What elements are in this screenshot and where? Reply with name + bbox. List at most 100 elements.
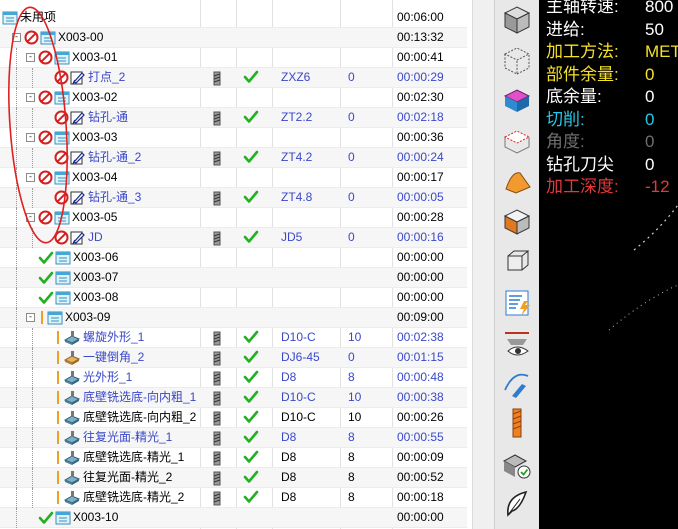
drill-bit-icon	[213, 491, 221, 506]
folder-icon	[55, 291, 71, 305]
surface-shade-button[interactable]	[500, 163, 534, 197]
tree-folder-row[interactable]: - X003-03 00:00:36	[0, 128, 467, 148]
pending-marker	[57, 371, 59, 384]
tree-folder-row[interactable]: X003-06 00:00:00	[0, 248, 467, 268]
tree-folder-row[interactable]: 未用项 00:06:00	[0, 8, 467, 28]
tree-guide-line	[32, 348, 33, 368]
tree-folder-row[interactable]: X003-10 00:00:00	[0, 508, 467, 528]
tree-operation-row[interactable]: 打点_2 ZXZ6 0 00:00:29	[0, 68, 467, 88]
tree-operation-row[interactable]: 底壁铣选底-精光_2 D8 8 00:00:18	[0, 488, 467, 508]
surface-shade-icon	[505, 172, 531, 194]
tree-folder-row[interactable]: - X003-01 00:00:41	[0, 48, 467, 68]
cut-region-button[interactable]	[500, 123, 534, 157]
check-icon	[243, 70, 259, 83]
row-label: 打点_2	[88, 70, 126, 84]
forbidden-icon	[54, 190, 69, 205]
tool-name: JD5	[281, 230, 303, 244]
check-icon	[243, 150, 259, 163]
tree-folder-row[interactable]: - X003-02 00:02:30	[0, 88, 467, 108]
tree-operation-row[interactable]: 底壁铣选底-精光_1 D8 8 00:00:09	[0, 448, 467, 468]
tool-name: ZT4.2	[281, 150, 313, 164]
drill-bit-icon	[213, 71, 221, 86]
tool-name: ZT2.2	[281, 110, 313, 124]
row-label: X003-08	[73, 290, 119, 304]
tree-folder-row[interactable]: - X003-04 00:00:17	[0, 168, 467, 188]
tree-operation-row[interactable]: 往复光面-精光_1 D8 8 00:00:55	[0, 428, 467, 448]
row-label: X003-00	[58, 30, 104, 44]
wireframe-view-button[interactable]	[500, 42, 534, 76]
tree-expander[interactable]: -	[26, 93, 35, 102]
tool-name: ZXZ6	[281, 70, 311, 84]
row-label: X003-07	[73, 270, 119, 284]
tree-operation-row[interactable]: 钻孔-通_2 ZT4.2 0 00:00:24	[0, 148, 467, 168]
time-value: 00:00:26	[397, 410, 444, 424]
drill-bit-icon	[213, 111, 221, 126]
time-value: 00:00:55	[397, 430, 444, 444]
tool-value: 0	[348, 150, 355, 164]
tree-operation-row[interactable]: 一键倒角_2 DJ6-45 0 00:01:15	[0, 348, 467, 368]
solid-body-button[interactable]	[500, 204, 534, 238]
tool-value: 10	[348, 410, 362, 424]
check-icon	[243, 450, 259, 463]
pending-marker	[57, 351, 59, 364]
tree-guide-line	[32, 388, 33, 408]
tree-scrollbar[interactable]	[472, 0, 494, 529]
tool-value: 0	[348, 230, 355, 244]
tree-guide-line	[16, 368, 17, 388]
settings-list-button[interactable]	[500, 285, 534, 319]
tree-expander[interactable]: -	[26, 133, 35, 142]
tree-operation-row[interactable]: 光外形_1 D8 8 00:00:48	[0, 368, 467, 388]
folder-icon	[54, 51, 70, 65]
feather-icon	[507, 490, 528, 517]
tree-expander[interactable]: -	[26, 313, 35, 322]
folder-icon	[40, 31, 56, 45]
tree-operation-row[interactable]: 底壁铣选底-向内粗_1 D10-C 10 00:00:38	[0, 388, 467, 408]
tree-operation-row[interactable]: 钻孔-通 ZT2.2 0 00:02:18	[0, 108, 467, 128]
tree-guide-line	[16, 188, 17, 208]
tree-expander[interactable]: -	[26, 173, 35, 182]
eye-visibility-button[interactable]	[500, 325, 534, 359]
tree-folder-row[interactable]: - X003-00 00:13:32	[0, 28, 467, 48]
tree-folder-row[interactable]: X003-07 00:00:00	[0, 268, 467, 288]
tree-folder-row[interactable]: - X003-09 00:09:00	[0, 308, 467, 328]
forbidden-icon	[54, 230, 69, 245]
tree-expander[interactable]: -	[12, 33, 21, 42]
pending-marker	[57, 491, 59, 504]
time-value: 00:00:52	[397, 470, 444, 484]
mill-operation-icon	[63, 491, 81, 505]
mill-operation-icon	[63, 451, 81, 465]
solid-view-button[interactable]	[500, 1, 534, 35]
verify-part-button[interactable]	[500, 447, 534, 481]
drill-tool-button[interactable]	[500, 406, 534, 440]
pending-marker	[57, 471, 59, 484]
drill-bit-icon	[213, 151, 221, 166]
tree-folder-row[interactable]: X003-08 00:00:00	[0, 288, 467, 308]
tree-operation-row[interactable]: 钻孔-通_3 ZT4.8 0 00:00:05	[0, 188, 467, 208]
row-label: 未用项	[20, 10, 57, 24]
time-value: 00:00:05	[397, 190, 444, 204]
tool-name: D8	[281, 470, 297, 484]
row-label: X003-04	[72, 170, 118, 184]
info-panel: 主轴转速: 800 进给: 50 加工方法: MET 部件余量: 0 底余量: 0 切削: 0 角度: 0…	[539, 0, 678, 529]
row-label: 光外形_1	[83, 370, 133, 384]
cut-region-icon	[503, 129, 531, 154]
cube-axis-button[interactable]	[500, 244, 534, 278]
tree-operation-row[interactable]: 螺旋外形_1 D10-C 10 00:02:38	[0, 328, 467, 348]
tool-name: D10-C	[281, 410, 316, 424]
tree-operation-row[interactable]: 往复光面-精光_2 D8 8 00:00:52	[0, 468, 467, 488]
tree-expander[interactable]: -	[26, 213, 35, 222]
tree-operation-row[interactable]: 底壁铣选底-向内粗_2 D10-C 10 00:00:26	[0, 408, 467, 428]
row-label: 底壁铣选底-精光_2	[83, 490, 185, 504]
folder-icon	[55, 251, 71, 265]
feather-button[interactable]	[500, 487, 534, 521]
blank-part-button[interactable]	[500, 82, 534, 116]
tree-expander[interactable]: -	[26, 53, 35, 62]
row-label: 底壁铣选底-向内粗_1	[83, 390, 197, 404]
drill-bit-icon	[213, 191, 221, 206]
folder-icon	[55, 511, 71, 525]
tree-operation-row[interactable]: JD JD5 0 00:00:16	[0, 228, 467, 248]
settings-list-icon	[505, 290, 530, 316]
toolpath-wrench-button[interactable]	[500, 366, 534, 400]
tree-folder-row[interactable]: - X003-05 00:00:28	[0, 208, 467, 228]
time-value: 00:09:00	[397, 310, 444, 324]
